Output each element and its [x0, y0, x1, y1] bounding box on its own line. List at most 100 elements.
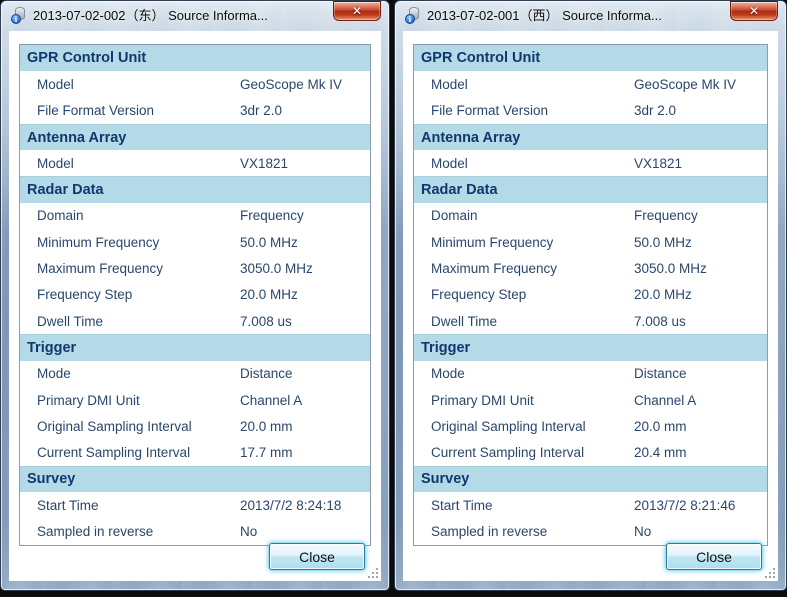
info-row: Domain Frequency	[414, 203, 767, 229]
row-value: No	[240, 524, 257, 539]
row-value: Channel A	[240, 393, 302, 408]
row-label: Maximum Frequency	[414, 261, 557, 276]
section-header: Radar Data	[20, 176, 370, 202]
titlebar[interactable]: i 2013-07-02-002（东） Source Informa... ✕	[1, 1, 389, 31]
row-value: VX1821	[240, 156, 288, 171]
info-row: Maximum Frequency 3050.0 MHz	[414, 255, 767, 281]
info-row: Primary DMI Unit Channel A	[414, 387, 767, 413]
info-row: Original Sampling Interval 20.0 mm	[20, 413, 370, 439]
info-row: File Format Version 3dr 2.0	[20, 98, 370, 124]
section-header: GPR Control Unit	[20, 45, 370, 71]
source-info-icon: i	[405, 7, 421, 24]
row-label: Maximum Frequency	[20, 261, 163, 276]
row-value: 50.0 MHz	[240, 235, 298, 250]
info-row: Current Sampling Interval20.4 mm	[414, 439, 767, 465]
section-header: Survey	[20, 466, 370, 492]
row-label: Original Sampling Interval	[414, 419, 586, 434]
close-window-button[interactable]: ✕	[333, 1, 381, 21]
resize-grip[interactable]	[763, 566, 775, 578]
client-area: GPR Control Unit Model GeoScope Mk IV File …	[403, 31, 778, 581]
info-row: Start Time 2013/7/2 8:24:18	[20, 492, 370, 518]
row-value: 7.008 us	[240, 314, 292, 329]
close-icon: ✕	[749, 4, 759, 18]
row-value: GeoScope Mk IV	[634, 77, 736, 92]
info-row: Domain Frequency	[20, 203, 370, 229]
info-badge-icon: i	[11, 14, 21, 24]
info-row: ModeDistance	[414, 361, 767, 387]
info-row: Model GeoScope Mk IV	[414, 71, 767, 97]
row-label: Frequency Step	[20, 287, 132, 302]
close-button[interactable]: Close	[666, 543, 762, 570]
row-value: 3dr 2.0	[240, 103, 282, 118]
row-value: 3050.0 MHz	[634, 261, 707, 276]
row-label: Start Time	[20, 498, 99, 513]
section-header: Antenna Array	[20, 124, 370, 150]
section-header: Radar Data	[414, 176, 767, 202]
info-row: Dwell Time7.008 us	[414, 308, 767, 334]
window-title: 2013-07-02-002（东） Source Informa...	[33, 1, 325, 31]
info-panel: GPR Control Unit Model GeoScope Mk IV File …	[19, 44, 371, 546]
row-label: Frequency Step	[414, 287, 526, 302]
info-row: Dwell Time 7.008 us	[20, 308, 370, 334]
row-label: Model	[20, 156, 74, 171]
row-label: Minimum Frequency	[414, 235, 553, 250]
row-label: Current Sampling Interval	[20, 445, 190, 460]
row-value: 2013/7/2 8:24:18	[240, 498, 341, 513]
row-value: 50.0 MHz	[634, 235, 692, 250]
titlebar[interactable]: i 2013-07-02-001（西） Source Informa... ✕	[395, 1, 786, 31]
section-header: GPR Control Unit	[414, 45, 767, 71]
resize-grip[interactable]	[366, 566, 378, 578]
row-value: Frequency	[240, 208, 304, 223]
row-label: File Format Version	[414, 103, 548, 118]
row-label: Minimum Frequency	[20, 235, 159, 250]
row-value: Channel A	[634, 393, 696, 408]
info-row: Sampled in reverse No	[20, 518, 370, 544]
row-value: 20.0 MHz	[240, 287, 298, 302]
close-window-button[interactable]: ✕	[730, 1, 778, 21]
section-header: Antenna Array	[414, 124, 767, 150]
row-label: File Format Version	[20, 103, 154, 118]
row-label: Model	[414, 77, 468, 92]
row-value: 20.0 MHz	[634, 287, 692, 302]
info-row: Primary DMI Unit Channel A	[20, 387, 370, 413]
row-label: Current Sampling Interval	[414, 445, 584, 460]
row-value: Frequency	[634, 208, 698, 223]
info-badge-icon: i	[405, 14, 415, 24]
row-value: No	[634, 524, 651, 539]
row-value: 20.0 mm	[634, 419, 687, 434]
window-east: i 2013-07-02-002（东） Source Informa... ✕ …	[0, 0, 390, 591]
info-row: Maximum Frequency3050.0 MHz	[20, 255, 370, 281]
row-label: Primary DMI Unit	[414, 393, 534, 408]
info-row: File Format Version3dr 2.0	[414, 98, 767, 124]
section-header: Survey	[414, 466, 767, 492]
info-row: Start Time2013/7/2 8:21:46	[414, 492, 767, 518]
row-value: 7.008 us	[634, 314, 686, 329]
row-value: 20.0 mm	[240, 419, 293, 434]
row-label: Dwell Time	[20, 314, 103, 329]
row-label: Sampled in reverse	[20, 524, 153, 539]
info-panel: GPR Control Unit Model GeoScope Mk IV File …	[413, 44, 768, 546]
info-row: ModelVX1821	[414, 150, 767, 176]
row-value: GeoScope Mk IV	[240, 77, 342, 92]
row-label: Domain	[414, 208, 478, 223]
info-row: Frequency Step 20.0 MHz	[414, 282, 767, 308]
row-label: Mode	[414, 366, 465, 381]
client-area: GPR Control Unit Model GeoScope Mk IV File …	[9, 31, 381, 581]
source-info-icon: i	[11, 7, 27, 24]
window-west: i 2013-07-02-001（西） Source Informa... ✕ …	[394, 0, 787, 591]
row-label: Primary DMI Unit	[20, 393, 140, 408]
desktop: i 2013-07-02-002（东） Source Informa... ✕ …	[0, 0, 787, 591]
row-value: 17.7 mm	[240, 445, 293, 460]
row-label: Domain	[20, 208, 84, 223]
row-label: Original Sampling Interval	[20, 419, 192, 434]
row-value: VX1821	[634, 156, 682, 171]
row-label: Start Time	[414, 498, 493, 513]
close-button[interactable]: Close	[269, 543, 365, 570]
info-row: Minimum Frequency 50.0 MHz	[20, 229, 370, 255]
info-row: Minimum Frequency 50.0 MHz	[414, 229, 767, 255]
close-icon: ✕	[352, 4, 362, 18]
info-row: Frequency Step 20.0 MHz	[20, 282, 370, 308]
info-row: Original Sampling Interval 20.0 mm	[414, 413, 767, 439]
row-label: Model	[20, 77, 74, 92]
row-label: Sampled in reverse	[414, 524, 547, 539]
